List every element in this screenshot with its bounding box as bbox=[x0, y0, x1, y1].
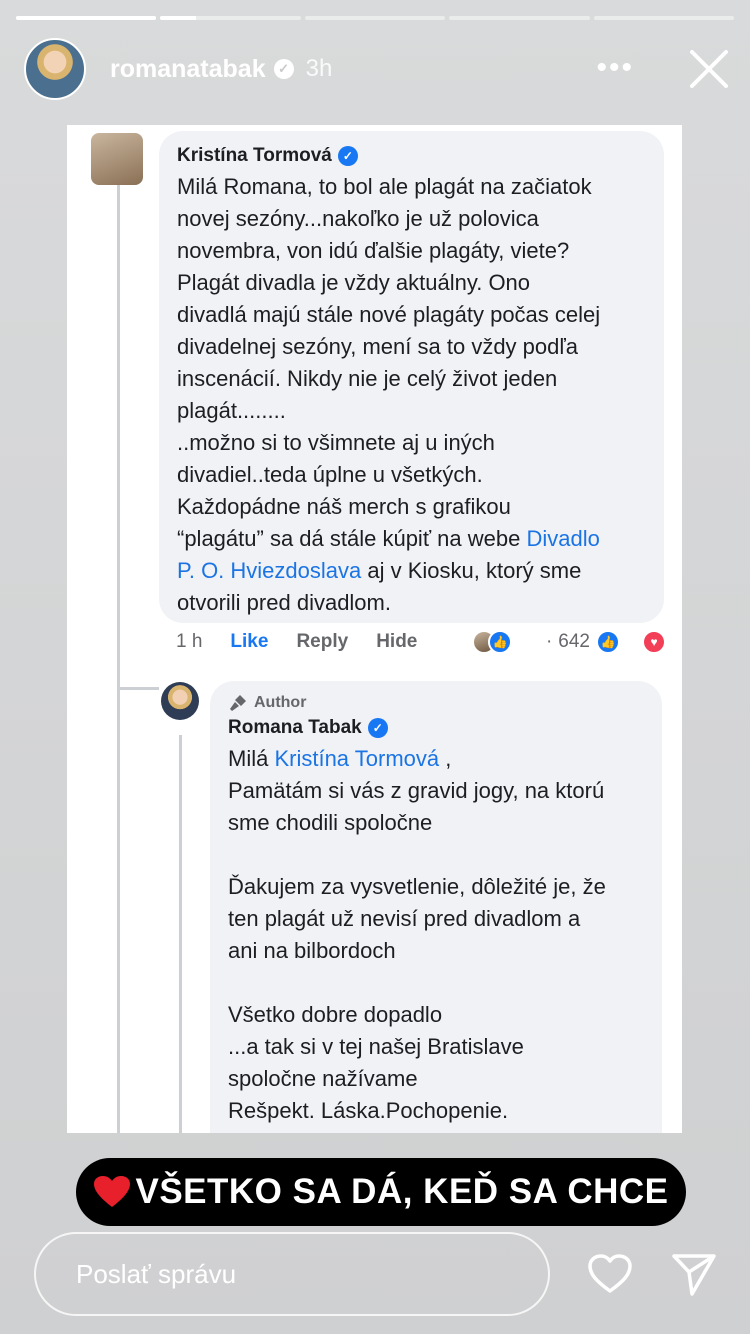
like-button[interactable]: Like bbox=[230, 631, 268, 653]
reaction-separator: · bbox=[545, 631, 553, 652]
heart-icon[interactable] bbox=[586, 1250, 634, 1298]
progress-segment bbox=[449, 16, 590, 20]
thread-line bbox=[179, 735, 182, 1133]
thread-line bbox=[117, 687, 159, 690]
story-time: 3h bbox=[305, 55, 333, 82]
reply-text: Milá Kristína Tormová , Pamätám si vás z… bbox=[228, 743, 644, 1127]
progress-segment bbox=[16, 16, 157, 20]
hide-button[interactable]: Hide bbox=[376, 631, 417, 653]
reply-author-name[interactable]: Romana Tabak bbox=[228, 717, 362, 739]
comment-screenshot: Kristína Tormová ✓ Milá Romana, to bol a… bbox=[67, 125, 682, 1133]
microphone-icon bbox=[230, 695, 246, 711]
comment-actions: 1 h Like Reply Hide 👍 · 642 👍 ♥ bbox=[176, 630, 666, 654]
like-reaction-icon: 👍 bbox=[487, 630, 512, 654]
more-options-icon[interactable]: ••• bbox=[596, 53, 634, 83]
reply-body: Pamätám si vás z gravid jogy, na ktorú s… bbox=[228, 778, 606, 1123]
progress-fill bbox=[16, 16, 157, 20]
verified-badge-icon: ✓ bbox=[337, 146, 358, 166]
reactions-summary[interactable]: 👍 · 642 👍 ♥ bbox=[471, 630, 666, 654]
username[interactable]: romanatabak bbox=[110, 55, 266, 84]
story-header: romanatabak ✓ 3h ••• bbox=[24, 38, 732, 100]
comment-text: Milá Romana, to bol ale plagát na začiat… bbox=[177, 171, 646, 619]
close-icon[interactable] bbox=[686, 46, 732, 92]
love-reaction-icon: ♥ bbox=[642, 630, 666, 654]
story-caption: VŠETKO SA DÁ, KEĎ SA CHCE bbox=[76, 1158, 686, 1226]
reaction-count: 642 bbox=[558, 631, 590, 652]
reply-greeting: Milá bbox=[228, 746, 275, 771]
reply-bubble: Author Romana Tabak ✓ Milá Kristína Torm… bbox=[210, 681, 662, 1133]
caption-text: VŠETKO SA DÁ, KEĎ SA CHCE bbox=[135, 1172, 669, 1211]
reply-author[interactable]: Romana Tabak ✓ bbox=[228, 717, 644, 739]
progress-segment bbox=[160, 16, 301, 20]
story-progress bbox=[16, 16, 735, 20]
comment-text-main: Milá Romana, to bol ale plagát na začiat… bbox=[177, 174, 601, 551]
commenter-avatar[interactable] bbox=[91, 133, 143, 185]
send-icon[interactable] bbox=[670, 1250, 718, 1298]
thread-line bbox=[117, 690, 120, 1133]
comment-bubble: Kristína Tormová ✓ Milá Romana, to bol a… bbox=[159, 131, 664, 623]
verified-badge-icon: ✓ bbox=[273, 59, 294, 79]
progress-fill bbox=[160, 16, 196, 20]
comment-author-name[interactable]: Kristína Tormová bbox=[177, 145, 332, 167]
progress-segment bbox=[304, 16, 446, 20]
like-reaction-icon: 👍 bbox=[596, 630, 620, 654]
comment-author[interactable]: Kristína Tormová ✓ bbox=[177, 145, 646, 167]
progress-segment bbox=[593, 16, 735, 20]
reply-button[interactable]: Reply bbox=[296, 631, 348, 653]
reply-greeting-end: , bbox=[439, 746, 452, 771]
author-tag: Author bbox=[228, 693, 644, 713]
message-input[interactable] bbox=[34, 1232, 550, 1316]
author-tag-label: Author bbox=[254, 694, 307, 711]
red-heart-icon bbox=[94, 1176, 131, 1207]
comment-time: 1 h bbox=[176, 631, 203, 652]
verified-badge-icon: ✓ bbox=[367, 718, 388, 738]
mention-link[interactable]: Kristína Tormová bbox=[274, 746, 439, 771]
thread-line bbox=[117, 185, 120, 690]
reply-author-avatar[interactable] bbox=[161, 682, 199, 720]
avatar[interactable] bbox=[24, 38, 86, 100]
